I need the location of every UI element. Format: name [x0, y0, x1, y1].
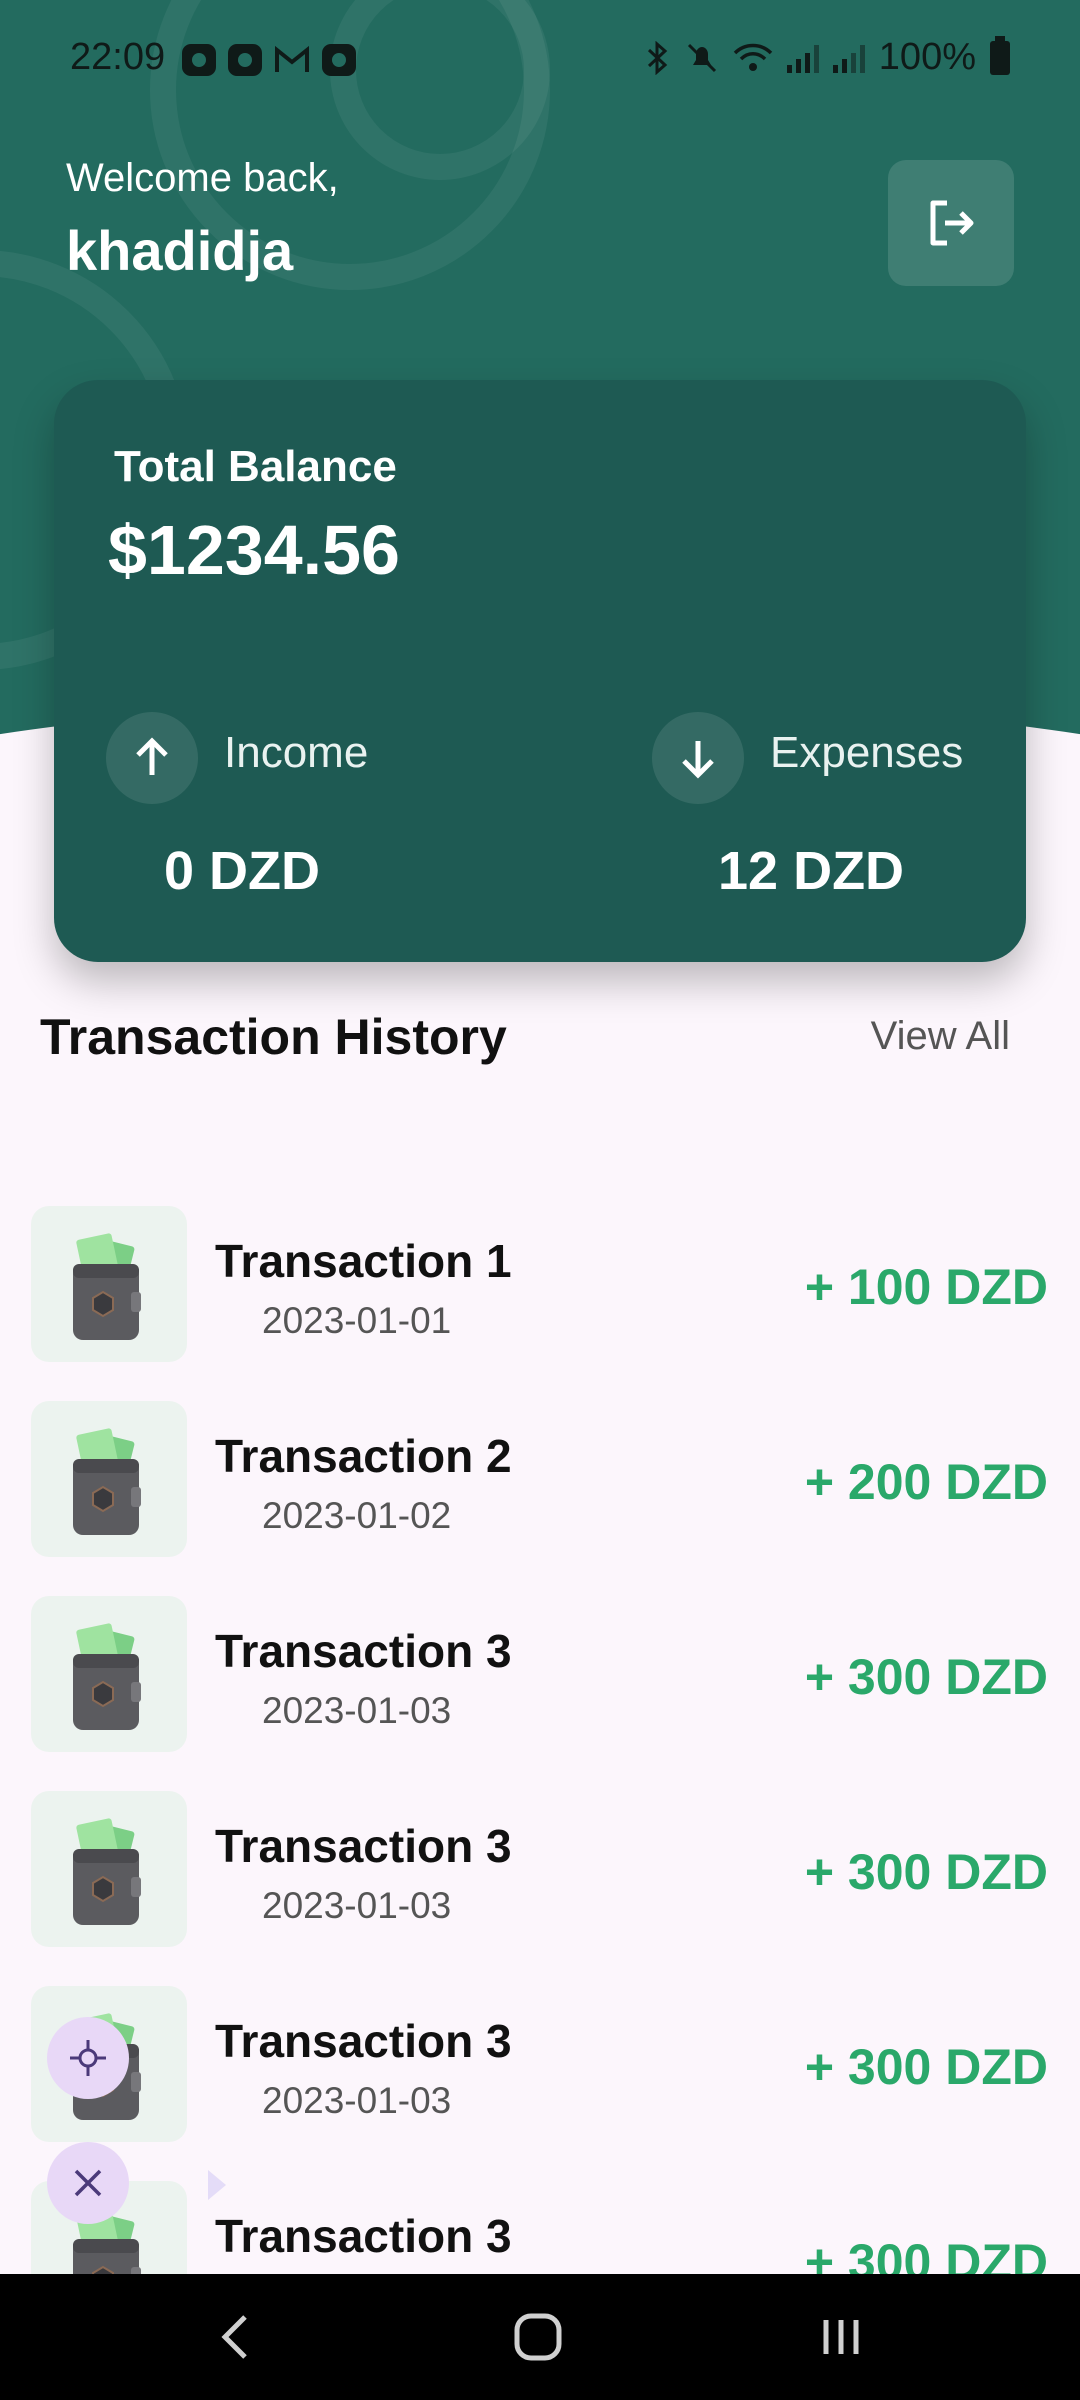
transaction-date: 2023-01-03 [262, 2080, 452, 2121]
transaction-list: Transaction 1 2023-01-01 + 100 DZD Trans… [0, 1206, 1080, 2376]
transaction-amount: + 300 DZD [804, 2039, 1048, 2095]
app-notification-icon [322, 44, 356, 76]
status-bar: 22:09 100% [0, 0, 1080, 120]
status-time: 22:09 [70, 36, 166, 78]
expand-arrow-icon[interactable] [208, 2170, 226, 2200]
recents-button[interactable] [761, 2274, 921, 2400]
transaction-row[interactable]: Transaction 3 2023-01-03 + 300 DZD [0, 1596, 1080, 1791]
transaction-date: 2023-01-02 [262, 1495, 452, 1536]
target-fab[interactable] [47, 2017, 129, 2099]
transaction-date: 2023-01-01 [262, 1300, 452, 1341]
transaction-name: Transaction 3 [215, 2015, 512, 2067]
transaction-amount: + 200 DZD [804, 1454, 1048, 1510]
transaction-amount: + 100 DZD [804, 1259, 1048, 1315]
wallet-icon [31, 1206, 187, 1362]
app-notification-icon [228, 44, 262, 76]
transaction-history-title: Transaction History [40, 1009, 507, 1065]
transaction-name: Transaction 1 [215, 1235, 512, 1287]
expenses-value: 12 DZD [718, 841, 905, 901]
battery-icon [990, 35, 1010, 75]
transaction-name: Transaction 2 [215, 1430, 512, 1482]
transaction-name: Transaction 3 [215, 1625, 512, 1677]
back-button[interactable] [155, 2274, 315, 2400]
home-icon [514, 2313, 562, 2361]
transaction-row[interactable]: Transaction 2 2023-01-02 + 200 DZD [0, 1401, 1080, 1596]
transaction-row[interactable]: Transaction 3 2023-01-03 + 300 DZD [0, 1791, 1080, 1986]
transaction-name: Transaction 3 [215, 2210, 512, 2262]
income-value: 0 DZD [164, 841, 321, 901]
back-icon [221, 2315, 247, 2359]
gmail-icon [275, 45, 309, 72]
welcome-text: Welcome back, [66, 156, 339, 200]
income-label: Income [224, 728, 369, 777]
home-button[interactable] [458, 2274, 618, 2400]
balance-card: Total Balance $1234.56 Income 0 DZD Expe… [54, 380, 1026, 962]
battery-percent: 100% [878, 36, 976, 78]
transaction-date: 2023-01-03 [262, 1885, 452, 1926]
transaction-name: Transaction 3 [215, 1820, 512, 1872]
navigation-bar [0, 2274, 1080, 2400]
logout-icon [930, 200, 974, 246]
signal-icon [832, 43, 865, 73]
wifi-icon [733, 43, 773, 71]
close-fab[interactable] [47, 2142, 129, 2224]
recents-icon [823, 2320, 859, 2354]
signal-icon [786, 43, 819, 73]
notification-icons [182, 44, 356, 76]
income-arrow-icon [106, 712, 198, 804]
app-notification-icon [182, 44, 216, 76]
transaction-amount: + 300 DZD [804, 1649, 1048, 1705]
close-icon [74, 2169, 102, 2197]
mute-icon [687, 43, 716, 72]
bluetooth-icon [647, 40, 668, 75]
transaction-amount: + 300 DZD [804, 1844, 1048, 1900]
balance-amount: $1234.56 [108, 511, 400, 589]
expenses-label: Expenses [770, 728, 964, 777]
wallet-icon [31, 1596, 187, 1752]
crosshair-icon [70, 2040, 106, 2076]
status-icons: 100% [645, 35, 1010, 79]
logout-button[interactable] [888, 160, 1014, 286]
transaction-row[interactable]: Transaction 3 2023-01-03 + 300 DZD [0, 1986, 1080, 2181]
transaction-row[interactable]: Transaction 1 2023-01-01 + 100 DZD [0, 1206, 1080, 1401]
expenses-arrow-icon [652, 712, 744, 804]
wallet-icon [31, 1791, 187, 1947]
view-all-link[interactable]: View All [871, 1014, 1010, 1059]
transaction-date: 2023-01-03 [262, 1690, 452, 1731]
balance-label: Total Balance [114, 442, 397, 491]
username: khadidja [66, 219, 294, 282]
wallet-icon [31, 1401, 187, 1557]
